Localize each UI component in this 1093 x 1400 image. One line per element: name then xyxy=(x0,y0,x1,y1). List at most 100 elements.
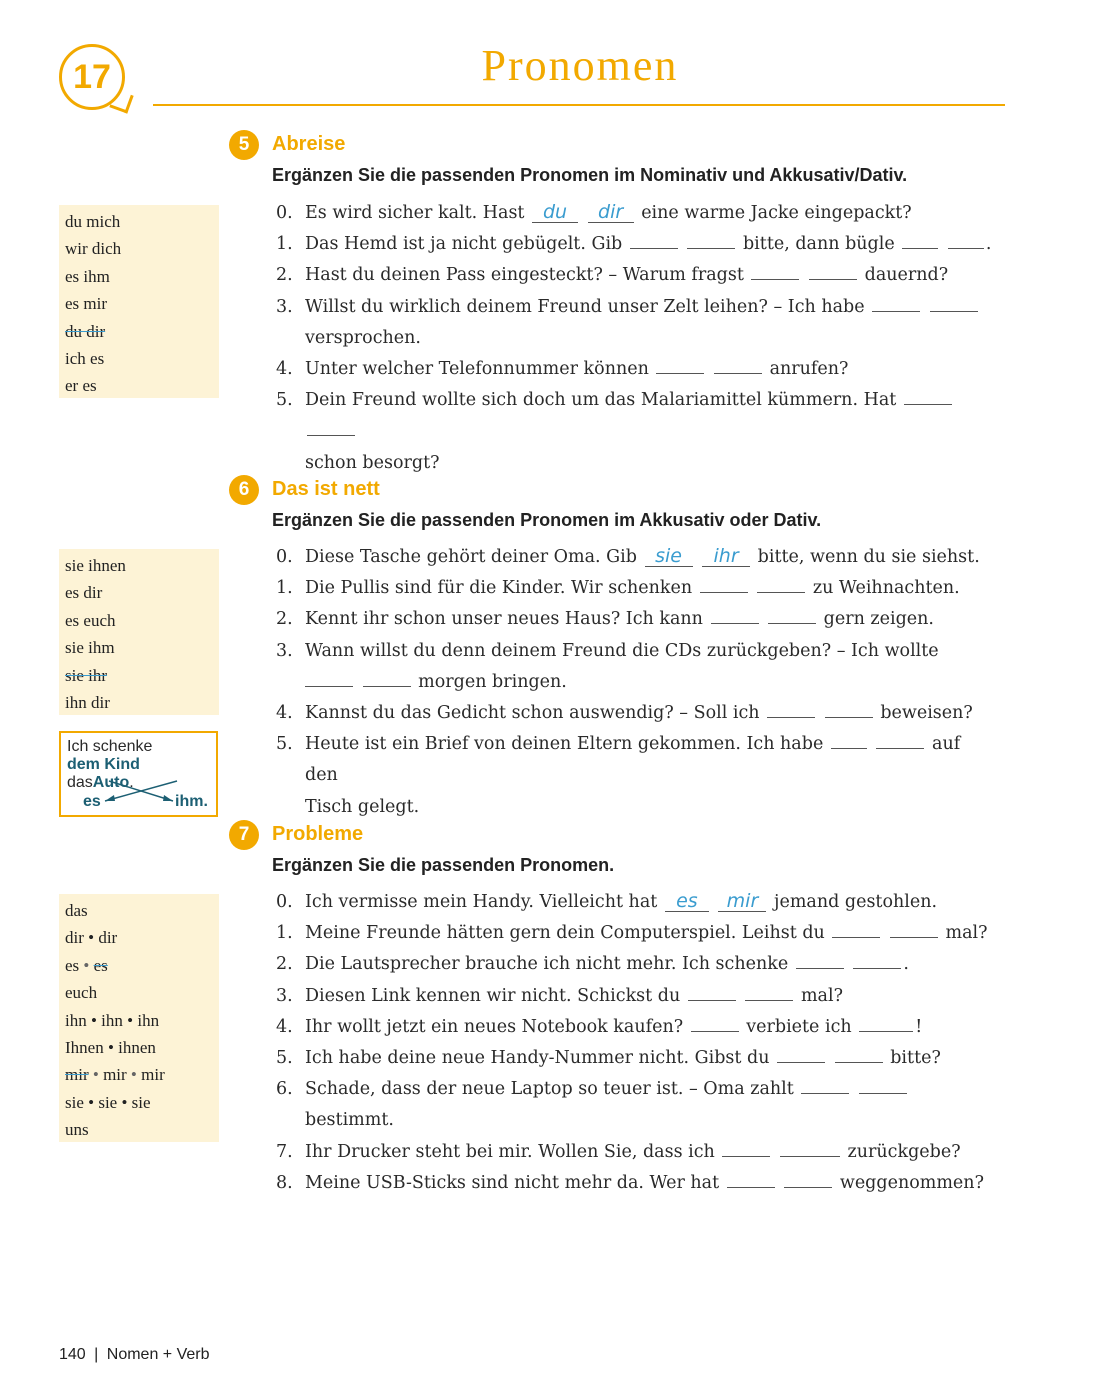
answer-field[interactable] xyxy=(745,982,794,1001)
answer-field[interactable] xyxy=(824,699,873,719)
sentence-text: dauernd? xyxy=(864,265,949,286)
answer-field[interactable] xyxy=(767,699,816,719)
answer-field[interactable] xyxy=(832,919,881,939)
answer-field[interactable]: sie xyxy=(644,546,693,567)
sentence-text: eine warme Jacke eingepackt? xyxy=(641,203,912,223)
answer-field[interactable] xyxy=(710,605,759,625)
footer-separator: | xyxy=(94,1346,99,1363)
sentence-number: 2. xyxy=(276,265,293,286)
sentence: 7. Ihr Drucker steht bei mir. Wollen Sie… xyxy=(276,1137,996,1168)
answer-field[interactable] xyxy=(834,1044,883,1064)
exercise-title: Probleme xyxy=(272,823,364,845)
title-divider xyxy=(153,104,1005,106)
answer-field[interactable] xyxy=(801,1075,850,1095)
word-box: du mich wir dich es ihm es mir du dir ic… xyxy=(59,205,219,398)
answer-field[interactable] xyxy=(889,919,938,939)
answer-field[interactable] xyxy=(872,293,921,312)
sentence-text: anrufen? xyxy=(769,359,849,380)
word-box-item: dir • dir xyxy=(65,928,118,948)
sentence-number: 7. xyxy=(276,1141,293,1162)
answer-field[interactable] xyxy=(305,668,353,687)
answer-field[interactable]: mir xyxy=(718,891,767,912)
answer-field[interactable] xyxy=(858,1075,907,1095)
word-box-item: euch xyxy=(65,983,98,1003)
page-footer: 140 | Nomen + Verb xyxy=(59,1346,210,1364)
sentence-text: morgen bringen. xyxy=(418,671,567,692)
answer-field[interactable] xyxy=(947,230,984,250)
exercise-number-badge: 7 xyxy=(229,820,259,850)
sentence: 3. Diesen Link kennen wir nicht. Schicks… xyxy=(276,981,996,1012)
exercise-instruction: Ergänzen Sie die passenden Pronomen. xyxy=(272,855,615,875)
sentence-text: Ich habe deine neue Handy-Nummer nicht. … xyxy=(305,1048,770,1069)
answer-field[interactable] xyxy=(768,605,817,625)
sentence-text: . xyxy=(985,234,992,255)
sentence-text: . xyxy=(903,954,909,975)
sentence-text: Meine Freunde hätten gern dein Computers… xyxy=(305,923,825,944)
answer-field[interactable] xyxy=(853,950,902,970)
grammar-tip-box: Ich schenke dem Kind dasAuto. es ihm. xyxy=(59,731,218,817)
sentence-number: 0. xyxy=(276,203,293,223)
answer-field[interactable] xyxy=(929,293,978,312)
tip-ihm: ihm. xyxy=(175,793,208,810)
sentence-text: Willst du wirklich deinem Freund unser Z… xyxy=(305,296,865,317)
answer-field[interactable] xyxy=(779,1138,840,1157)
exercise-instruction: Ergänzen Sie die passenden Pronomen im A… xyxy=(272,510,822,530)
sentence-text: Diese Tasche gehört deiner Oma. Gib xyxy=(305,547,637,567)
tip-es: es xyxy=(83,793,101,810)
answer-field[interactable] xyxy=(687,230,736,250)
sentence: 4. Kannst du das Gedicht schon auswendig… xyxy=(276,698,996,729)
answer-field[interactable] xyxy=(722,1138,771,1157)
sentence: 2. Die Lautsprecher brauche ich nicht me… xyxy=(276,949,996,980)
answer-field[interactable] xyxy=(726,1169,775,1188)
sentence-text: bitte, dann bügle xyxy=(742,234,895,255)
answer-field[interactable] xyxy=(903,386,952,406)
sentence-text: Unter welcher Telefonnummer können xyxy=(305,359,649,380)
word-box-item: sie ihm xyxy=(65,638,115,658)
sentence-text: Das Hemd ist ja nicht gebügelt. Gib xyxy=(305,234,623,255)
sentence-text: bitte? xyxy=(890,1048,941,1069)
word-box-item: sie • sie • sie xyxy=(65,1092,151,1112)
sentence: 1. Die Pullis sind für die Kinder. Wir s… xyxy=(276,573,996,604)
answer-field[interactable] xyxy=(699,574,748,594)
sentence: 4. Unter welcher Telefonnummer können an… xyxy=(276,354,996,385)
answer-field[interactable] xyxy=(830,730,867,750)
answer-field[interactable] xyxy=(757,574,806,594)
sentence-text: Die Lautsprecher brauche ich nicht mehr.… xyxy=(305,954,789,975)
exercise-instruction: Ergänzen Sie die passenden Pronomen im N… xyxy=(272,165,908,185)
answer-field[interactable] xyxy=(876,730,925,750)
word-box-item: sie ihnen xyxy=(65,556,126,575)
sentence-text: mal? xyxy=(800,985,843,1006)
sentence-text: ! xyxy=(915,1016,923,1037)
answer-field[interactable] xyxy=(687,982,736,1001)
answer-field[interactable] xyxy=(809,261,858,281)
sentence-number: 8. xyxy=(276,1172,293,1193)
answer-field[interactable]: ihr xyxy=(702,546,751,567)
sentence: 3. Willst du wirklich deinem Freund unse… xyxy=(276,292,996,354)
sentence-text: gern zeigen. xyxy=(823,609,934,630)
sentence-text: Schade, dass der neue Laptop so teuer is… xyxy=(305,1079,794,1100)
answer-field[interactable]: dir xyxy=(587,202,634,223)
answer-field[interactable] xyxy=(362,668,411,687)
sentence-number: 3. xyxy=(276,985,293,1006)
answer-field[interactable]: es xyxy=(664,891,709,912)
answer-field[interactable] xyxy=(777,1044,826,1064)
sentence: 1. Das Hemd ist ja nicht gebügelt. Gib b… xyxy=(276,229,996,260)
answer-field[interactable] xyxy=(795,950,844,970)
answer-field[interactable] xyxy=(629,230,678,250)
sentence-number: 6. xyxy=(276,1079,293,1100)
answer-field[interactable] xyxy=(784,1169,833,1188)
sentence: 8. Meine USB-Sticks sind nicht mehr da. … xyxy=(276,1168,996,1199)
sentence: 1. Meine Freunde hätten gern dein Comput… xyxy=(276,918,996,949)
answer-field[interactable] xyxy=(751,261,800,281)
answer-field[interactable]: du xyxy=(532,202,579,223)
page-title: Pronomen xyxy=(481,41,679,90)
answer-field[interactable] xyxy=(902,230,939,250)
answer-field[interactable] xyxy=(307,417,355,437)
answer-field[interactable] xyxy=(859,1013,914,1032)
answer-field[interactable] xyxy=(714,355,763,375)
answer-field[interactable] xyxy=(690,1013,739,1032)
answer-field[interactable] xyxy=(656,355,705,375)
sentence: 4. Ihr wollt jetzt ein neues Notebook ka… xyxy=(276,1012,996,1043)
exercise-number-badge: 5 xyxy=(229,130,259,160)
exercise-title: Abreise xyxy=(272,133,346,155)
